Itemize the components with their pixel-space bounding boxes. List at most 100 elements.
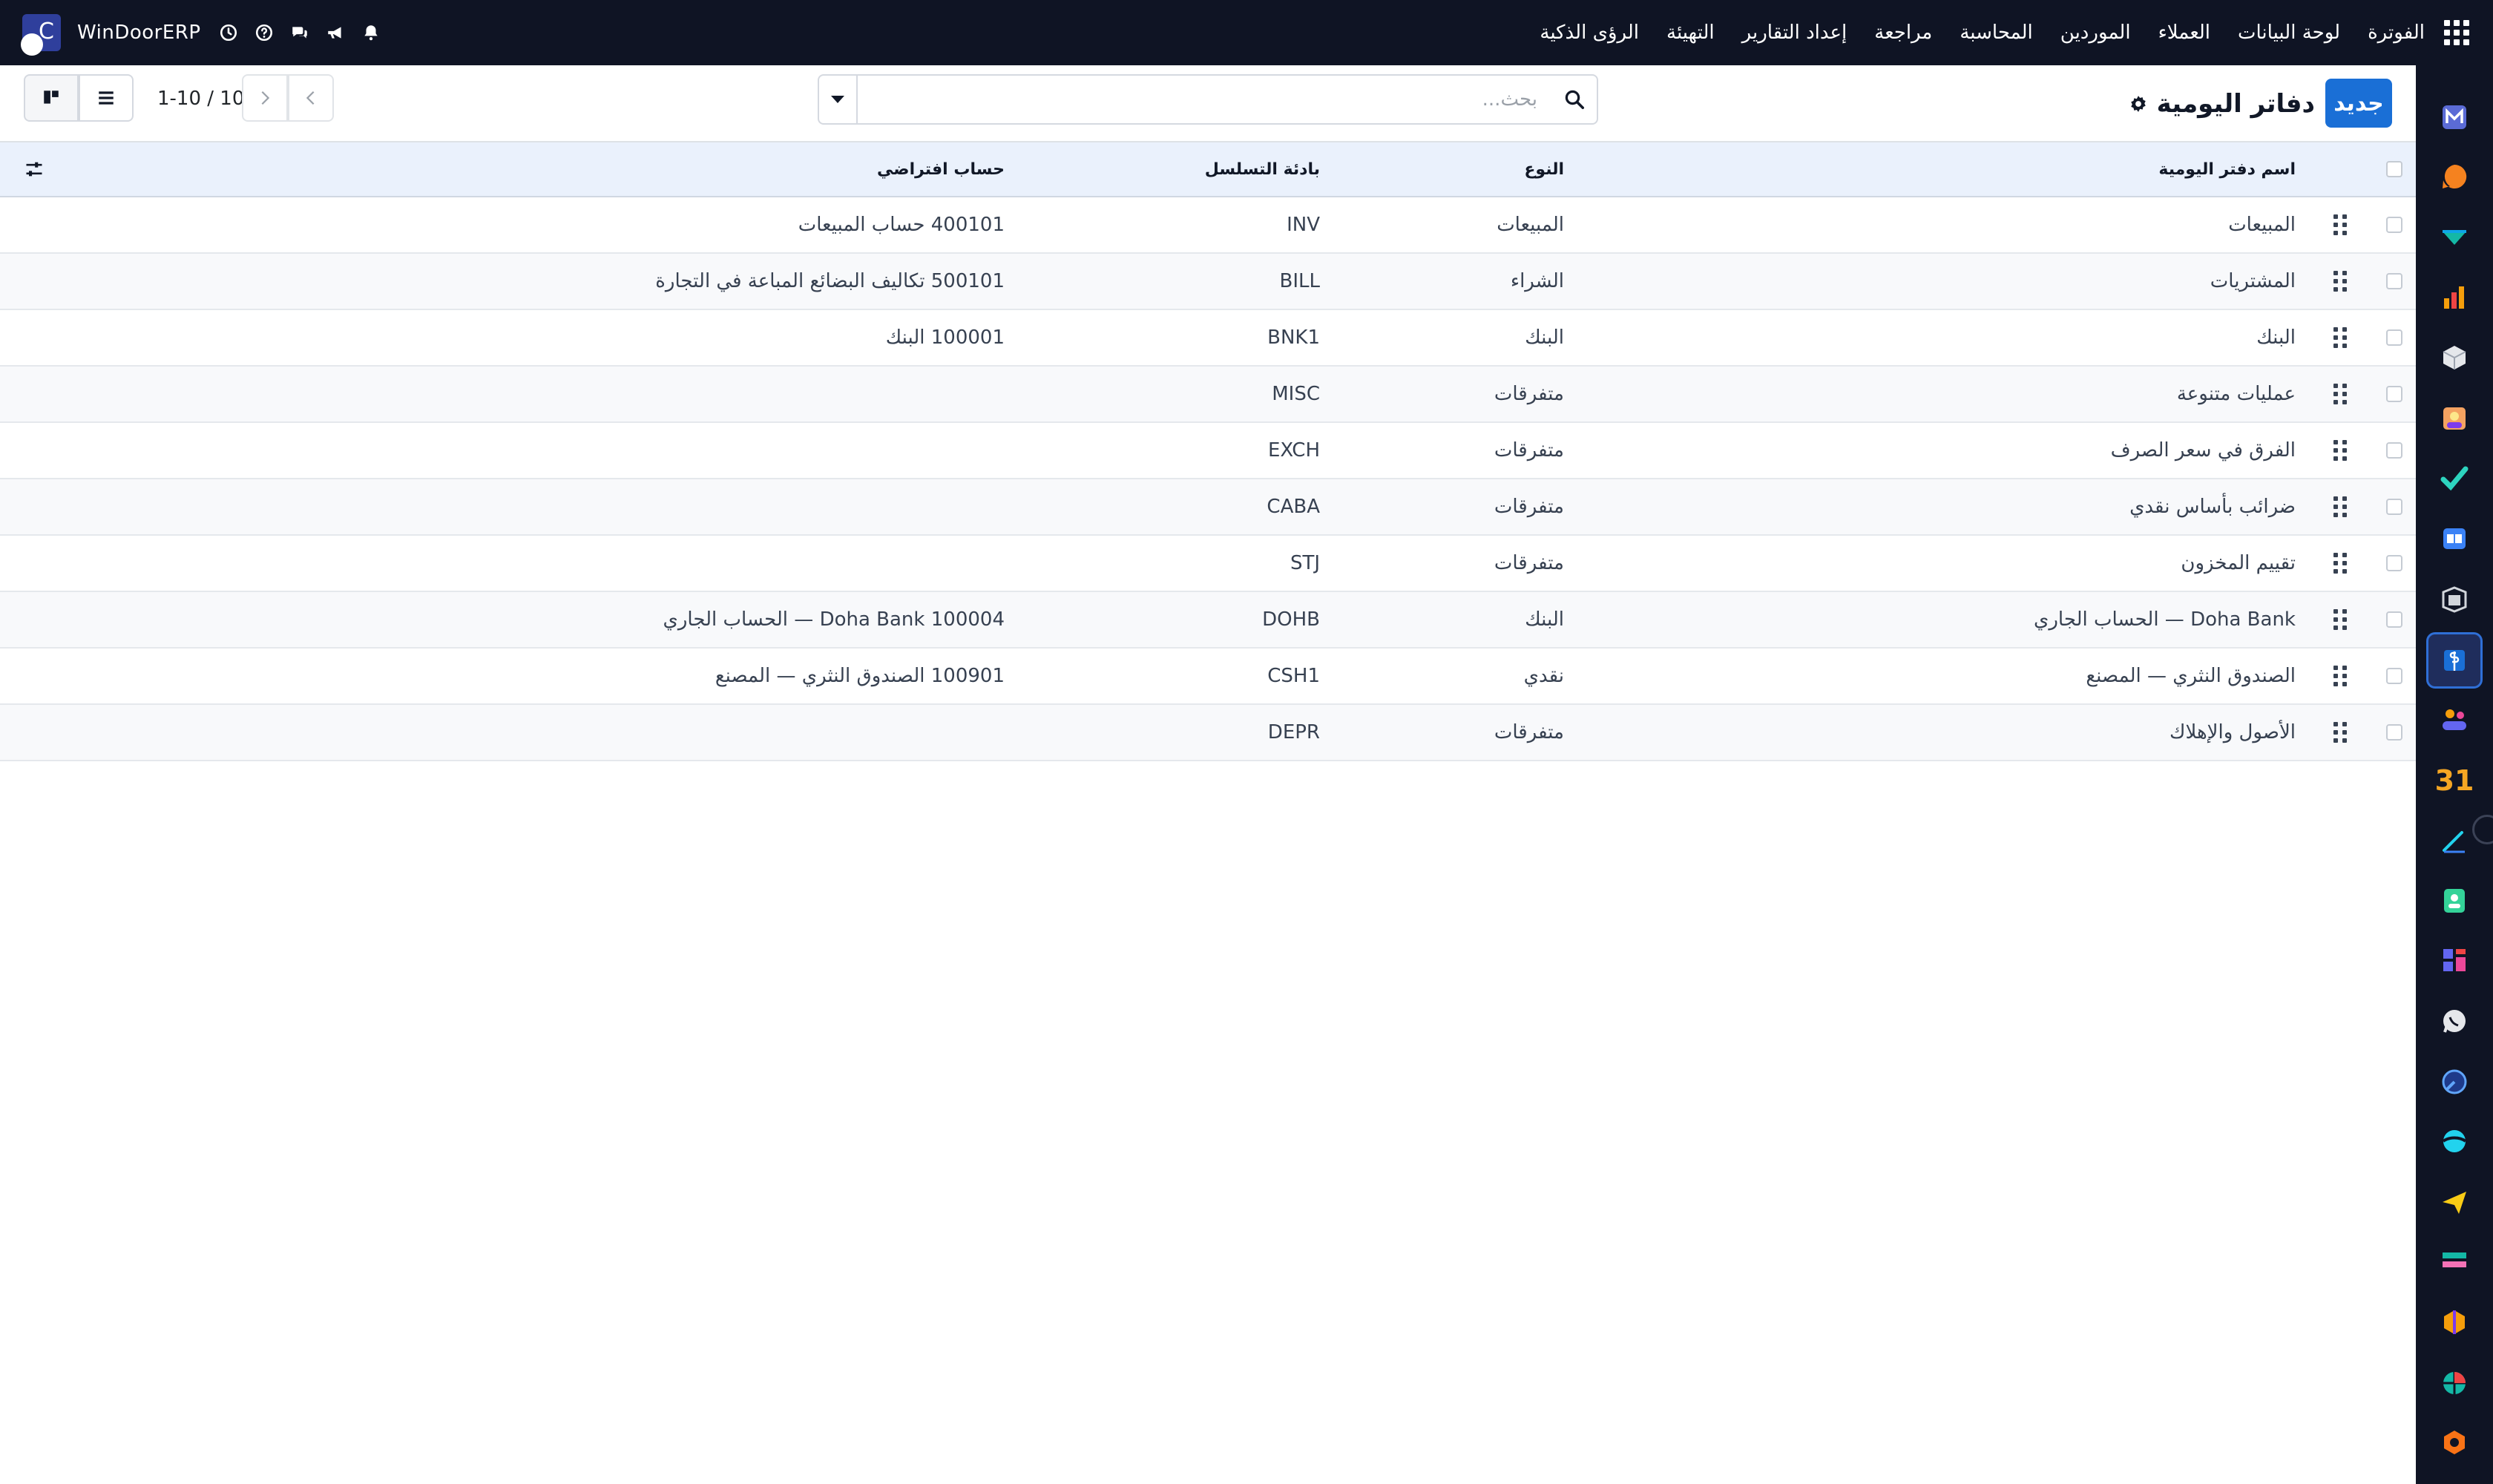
default-account-cell: Doha Bank 100004 — الحساب الجاري [663, 608, 1005, 631]
table-row[interactable]: الأصول والإهلاك متفرقات DEPR [0, 705, 2416, 761]
search-icon[interactable] [1552, 76, 1597, 123]
column-header-default-account[interactable]: حساب افتراضي [877, 142, 1005, 196]
drag-handle-icon[interactable] [2330, 367, 2351, 421]
help-icon[interactable] [254, 23, 274, 42]
column-header-sequence-prefix[interactable]: بادئة التسلسل [1205, 142, 1320, 196]
company-logo[interactable]: C [21, 14, 61, 56]
row-checkbox[interactable] [2385, 367, 2404, 421]
dashboard-app-icon[interactable] [2435, 941, 2474, 979]
email-marketing-app-icon[interactable] [2435, 1183, 2474, 1221]
manufacturing-app-icon[interactable] [2435, 1303, 2474, 1342]
journals-list: اسم دفتر اليومية النوع بادئة التسلسل حسا… [0, 142, 2416, 761]
table-row[interactable]: ضرائب بأساس نقدي متفرقات CABA [0, 479, 2416, 536]
timesheet-app-icon[interactable] [2435, 1063, 2474, 1101]
optional-columns-toggle[interactable] [22, 142, 46, 196]
journal-name-cell: ضرائب بأساس نقدي [2129, 496, 2296, 518]
column-header-name[interactable]: اسم دفتر اليومية [2158, 142, 2296, 196]
app-grid-icon[interactable] [2444, 20, 2469, 45]
row-checkbox[interactable] [2385, 254, 2404, 309]
contacts-card-app-icon[interactable] [2435, 881, 2474, 920]
chat-icon[interactable] [290, 23, 309, 42]
drag-handle-icon[interactable] [2330, 479, 2351, 534]
row-checkbox[interactable] [2385, 197, 2404, 252]
table-row[interactable]: تقييم المخزون متفرقات STJ [0, 536, 2416, 592]
journal-type-cell: المبيعات [1497, 214, 1564, 236]
drag-handle-icon[interactable] [2330, 705, 2351, 760]
menu-item-vendors[interactable]: الموردين [2060, 22, 2131, 44]
drag-handle-icon[interactable] [2330, 592, 2351, 647]
table-row[interactable]: المشتريات الشراء BILL 500101 تكاليف البضائع… [0, 254, 2416, 310]
settings-app-icon[interactable] [2435, 1423, 2474, 1462]
knowledge-app-icon[interactable] [2435, 519, 2474, 558]
megaphone-icon[interactable] [326, 23, 345, 42]
spreadsheet-app-icon[interactable] [2435, 1364, 2474, 1402]
row-checkbox[interactable] [2385, 649, 2404, 703]
drag-handle-icon[interactable] [2330, 649, 2351, 703]
menu-item-invoicing[interactable]: الفوترة [2368, 22, 2425, 44]
invoicing-app-icon[interactable] [2426, 632, 2483, 689]
row-checkbox[interactable] [2385, 536, 2404, 591]
drag-handle-icon[interactable] [2330, 536, 2351, 591]
table-row[interactable]: Doha Bank — الحساب الجاري البنك DOHB Doha B… [0, 592, 2416, 649]
table-row[interactable]: المبيعات المبيعات INV 400101 حساب المبيعات [0, 197, 2416, 254]
drag-handle-icon[interactable] [2330, 197, 2351, 252]
column-header-type[interactable]: النوع [1524, 142, 1564, 196]
menu-item-smart-insights[interactable]: الرؤى الذكية [1540, 22, 1639, 44]
drag-handle-icon[interactable] [2330, 254, 2351, 309]
list-icon [99, 91, 114, 105]
pager-previous-button[interactable] [288, 74, 334, 122]
website-app-icon[interactable] [2435, 1122, 2474, 1160]
row-checkbox[interactable] [2385, 310, 2404, 365]
menu-item-dashboard[interactable]: لوحة البيانات [2238, 22, 2340, 44]
payroll-app-icon[interactable] [2435, 1242, 2474, 1281]
table-header: اسم دفتر اليومية النوع بادئة التسلسل حسا… [0, 142, 2416, 197]
menu-item-configuration[interactable]: التهيئة [1666, 22, 1715, 44]
company-name[interactable]: WinDoorERP [77, 22, 201, 44]
menu-item-review[interactable]: مراجعة [1874, 22, 1932, 44]
calendar-app-icon[interactable]: 31 [2435, 761, 2474, 800]
journal-type-cell: متفرقات [1494, 552, 1564, 574]
select-all-checkbox[interactable] [2385, 142, 2404, 196]
contacts-app-icon[interactable] [2435, 399, 2474, 438]
reporting-app-icon[interactable] [2435, 278, 2474, 316]
table-row[interactable]: الفرق في سعر الصرف متفرقات EXCH [0, 423, 2416, 479]
drag-handle-icon[interactable] [2330, 423, 2351, 478]
bell-icon[interactable] [361, 23, 381, 42]
sliders-icon [26, 162, 42, 177]
menu-item-reporting[interactable]: إعداد التقارير [1742, 22, 1847, 44]
list-view-button[interactable] [79, 74, 134, 122]
row-checkbox[interactable] [2385, 705, 2404, 760]
journal-name-cell: المشتريات [2210, 270, 2296, 292]
mail-app-icon[interactable] [2435, 98, 2474, 137]
clock-icon[interactable] [219, 23, 238, 42]
menu-item-accounting[interactable]: المحاسبة [1960, 22, 2032, 44]
inventory-app-icon[interactable] [2435, 338, 2474, 377]
todo-app-icon[interactable] [2435, 459, 2474, 497]
pager-value[interactable]: 1-10 / 10 [157, 80, 244, 117]
whatsapp-app-icon[interactable] [2435, 1002, 2474, 1040]
kanban-view-button[interactable] [24, 74, 79, 122]
table-row[interactable]: البنك البنك BNK1 100001 البنك [0, 310, 2416, 367]
table-row[interactable]: الصندوق النثري — المصنع نقدي CSH1 100901 ال… [0, 649, 2416, 705]
drag-handle-icon[interactable] [2330, 310, 2351, 365]
row-checkbox[interactable] [2385, 479, 2404, 534]
pager-next-button[interactable] [242, 74, 288, 122]
menu-item-customers[interactable]: العملاء [2158, 22, 2210, 44]
search-options-toggle[interactable] [819, 76, 858, 123]
row-checkbox[interactable] [2385, 592, 2404, 647]
journal-type-cell: البنك [1525, 608, 1564, 631]
sequence-prefix-cell: BNK1 [1267, 326, 1320, 349]
table-row[interactable]: عمليات متنوعة متفرقات MISC [0, 367, 2416, 423]
crm-app-icon[interactable] [2435, 218, 2474, 257]
products-app-icon[interactable] [2435, 580, 2474, 619]
gear-icon[interactable] [2129, 94, 2148, 114]
sidebar-collapse-handle[interactable] [2472, 815, 2493, 844]
journal-name-cell: الفرق في سعر الصرف [2110, 439, 2296, 462]
search-input[interactable] [858, 76, 1552, 123]
new-button[interactable]: جديد [2325, 79, 2392, 128]
employees-app-icon[interactable] [2435, 700, 2474, 739]
discuss-app-icon[interactable] [2435, 157, 2474, 196]
search-bar [818, 74, 1598, 125]
row-checkbox[interactable] [2385, 423, 2404, 478]
sign-app-icon[interactable] [2435, 821, 2474, 859]
